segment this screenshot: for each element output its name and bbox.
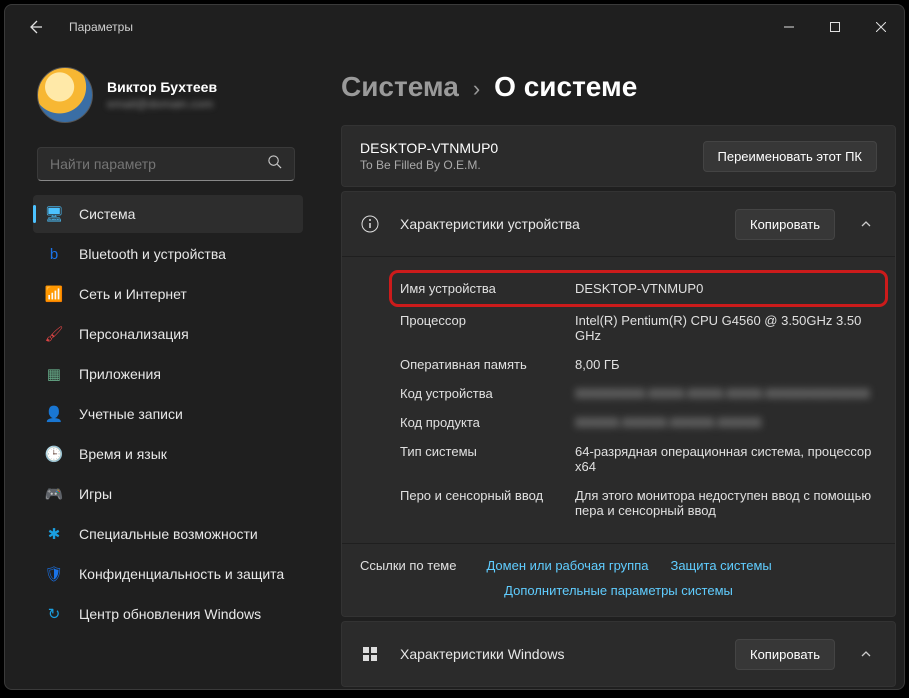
- search-box[interactable]: [37, 147, 295, 181]
- windows-icon: [360, 646, 380, 662]
- info-icon: [360, 215, 380, 233]
- accessibility-icon: ✱: [45, 525, 63, 543]
- personalization-icon: 🖌: [45, 325, 63, 343]
- spec-value: XXXXXXXX-XXXX-XXXX-XXXX-XXXXXXXXXXXX: [575, 386, 877, 401]
- sidebar-item-label: Bluetooth и устройства: [79, 246, 226, 262]
- spec-key: Оперативная память: [400, 357, 575, 372]
- sidebar-item-update[interactable]: ↻ Центр обновления Windows: [33, 595, 303, 633]
- sidebar-item-label: Специальные возможности: [79, 526, 258, 542]
- time-icon: 🕒: [45, 445, 63, 463]
- spec-value: XXXXX-XXXXX-XXXXX-XXXXX: [575, 415, 877, 430]
- device-specs-header[interactable]: Характеристики устройства Копировать: [342, 192, 895, 256]
- device-oem: To Be Filled By O.E.M.: [360, 158, 685, 172]
- chevron-up-icon[interactable]: [855, 218, 877, 230]
- spec-key: Имя устройства: [400, 281, 575, 296]
- breadcrumb-current: О системе: [494, 71, 637, 103]
- sidebar-item-system[interactable]: 🖥 Система: [33, 195, 303, 233]
- device-name-card: DESKTOP-VTNMUP0 To Be Filled By O.E.M. П…: [341, 125, 896, 187]
- rename-pc-button[interactable]: Переименовать этот ПК: [703, 141, 878, 172]
- chevron-up-icon[interactable]: [855, 648, 877, 660]
- link-protection[interactable]: Защита системы: [670, 558, 771, 573]
- windows-specs-card: Характеристики Windows Копировать: [341, 621, 896, 687]
- gaming-icon: 🎮: [45, 485, 63, 503]
- sidebar-item-network[interactable]: 📶 Сеть и Интернет: [33, 275, 303, 313]
- link-advanced[interactable]: Дополнительные параметры системы: [504, 583, 733, 598]
- minimize-button[interactable]: [766, 5, 812, 49]
- spec-value: Intel(R) Pentium(R) CPU G4560 @ 3.50GHz …: [575, 313, 877, 343]
- spec-row: Перо и сенсорный вводДля этого монитора …: [400, 481, 877, 525]
- user-block[interactable]: Виктор Бухтеев email@domain.com: [15, 59, 309, 139]
- main-content: Система › О системе DESKTOP-VTNMUP0 To B…: [315, 49, 904, 689]
- sidebar: Виктор Бухтеев email@domain.com 🖥 Система…: [5, 49, 315, 689]
- sidebar-item-personalization[interactable]: 🖌 Персонализация: [33, 315, 303, 353]
- sidebar-item-label: Центр обновления Windows: [79, 606, 261, 622]
- sidebar-item-label: Сеть и Интернет: [79, 286, 187, 302]
- spec-key: Код устройства: [400, 386, 575, 401]
- maximize-button[interactable]: [812, 5, 858, 49]
- privacy-icon: 🛡: [45, 565, 63, 583]
- spec-row: Имя устройстваDESKTOP-VTNMUP0: [392, 273, 885, 304]
- device-specs-card: Характеристики устройства Копировать Имя…: [341, 191, 896, 617]
- windows-specs-header[interactable]: Характеристики Windows Копировать: [342, 622, 895, 686]
- copy-specs-button[interactable]: Копировать: [735, 209, 835, 240]
- device-specs-title: Характеристики устройства: [400, 216, 715, 232]
- search-icon: [267, 154, 282, 174]
- spec-value: 64-разрядная операционная система, проце…: [575, 444, 877, 474]
- copy-winspecs-button[interactable]: Копировать: [735, 639, 835, 670]
- network-icon: 📶: [45, 285, 63, 303]
- close-button[interactable]: [858, 5, 904, 49]
- link-domain[interactable]: Домен или рабочая группа: [486, 558, 648, 573]
- apps-icon: ▦: [45, 365, 63, 383]
- sidebar-item-label: Персонализация: [79, 326, 189, 342]
- titlebar: Параметры: [5, 5, 904, 49]
- sidebar-item-apps[interactable]: ▦ Приложения: [33, 355, 303, 393]
- related-links: Ссылки по теме Домен или рабочая группа …: [342, 543, 895, 616]
- sidebar-item-label: Система: [79, 206, 135, 222]
- spec-row: Код устройстваXXXXXXXX-XXXX-XXXX-XXXX-XX…: [400, 379, 877, 408]
- spec-key: Процессор: [400, 313, 575, 328]
- sidebar-item-label: Игры: [79, 486, 112, 502]
- user-name: Виктор Бухтеев: [107, 79, 217, 95]
- sidebar-item-time[interactable]: 🕒 Время и язык: [33, 435, 303, 473]
- device-specs-panel: Имя устройстваDESKTOP-VTNMUP0ПроцессорIn…: [342, 256, 895, 543]
- accounts-icon: 👤: [45, 405, 63, 423]
- settings-window: Параметры Виктор Бухтеев email@domain.co…: [4, 4, 905, 690]
- back-button[interactable]: [19, 11, 51, 43]
- spec-value: 8,00 ГБ: [575, 357, 877, 372]
- sidebar-item-label: Приложения: [79, 366, 161, 382]
- sidebar-item-bluetooth[interactable]: b Bluetooth и устройства: [33, 235, 303, 273]
- avatar: [37, 67, 93, 123]
- spec-value: Для этого монитора недоступен ввод с пом…: [575, 488, 877, 518]
- device-name: DESKTOP-VTNMUP0: [360, 140, 685, 156]
- windows-specs-title: Характеристики Windows: [400, 646, 715, 662]
- sidebar-item-accessibility[interactable]: ✱ Специальные возможности: [33, 515, 303, 553]
- related-links-label: Ссылки по теме: [360, 558, 456, 573]
- sidebar-item-label: Конфиденциальность и защита: [79, 566, 284, 582]
- spec-key: Перо и сенсорный ввод: [400, 488, 575, 503]
- sidebar-item-privacy[interactable]: 🛡 Конфиденциальность и защита: [33, 555, 303, 593]
- spec-key: Тип системы: [400, 444, 575, 459]
- spec-value: DESKTOP-VTNMUP0: [575, 281, 877, 296]
- spec-row: Тип системы64-разрядная операционная сис…: [400, 437, 877, 481]
- sidebar-item-accounts[interactable]: 👤 Учетные записи: [33, 395, 303, 433]
- nav-list: 🖥 Система b Bluetooth и устройства 📶 Сеть и И…: [15, 195, 309, 633]
- update-icon: ↻: [45, 605, 63, 623]
- system-icon: 🖥: [45, 205, 63, 223]
- spec-row: Код продуктаXXXXX-XXXXX-XXXXX-XXXXX: [400, 408, 877, 437]
- sidebar-item-gaming[interactable]: 🎮 Игры: [33, 475, 303, 513]
- window-title: Параметры: [69, 20, 133, 34]
- spec-row: Оперативная память8,00 ГБ: [400, 350, 877, 379]
- search-input[interactable]: [50, 156, 267, 172]
- bluetooth-icon: b: [45, 245, 63, 263]
- spec-key: Код продукта: [400, 415, 575, 430]
- sidebar-item-label: Время и язык: [79, 446, 167, 462]
- chevron-right-icon: ›: [473, 76, 480, 102]
- sidebar-item-label: Учетные записи: [79, 406, 183, 422]
- breadcrumb-parent[interactable]: Система: [341, 71, 459, 103]
- breadcrumb: Система › О системе: [341, 49, 896, 125]
- spec-row: ПроцессорIntel(R) Pentium(R) CPU G4560 @…: [400, 306, 877, 350]
- user-email: email@domain.com: [107, 97, 217, 111]
